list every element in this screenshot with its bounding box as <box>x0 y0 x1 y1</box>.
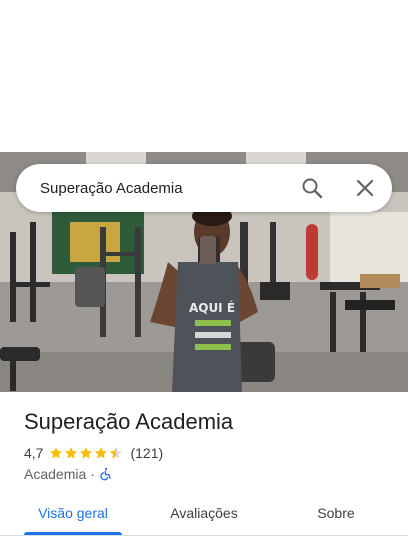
tab-overview[interactable]: Visão geral <box>24 496 122 532</box>
shirt-text: AQUI É <box>189 300 235 315</box>
close-icon[interactable] <box>353 176 377 200</box>
star-icon <box>50 447 63 459</box>
star-icon <box>95 447 108 459</box>
place-title: Superação Academia <box>24 409 234 434</box>
separator-dot: · <box>90 466 95 482</box>
place-tabs: Visão geral Avaliações Sobre <box>0 496 408 544</box>
search-input[interactable] <box>40 164 290 212</box>
tabs-divider <box>0 535 408 536</box>
category-label: Academia <box>24 466 87 482</box>
place-details-page: AQUI É Superação Academia 4,7 <box>0 0 408 544</box>
search-bar[interactable] <box>16 164 392 212</box>
rating-row[interactable]: 4,7 (121) <box>24 443 163 463</box>
star-icon <box>80 447 93 459</box>
rating-value: 4,7 <box>24 445 44 461</box>
star-half-icon <box>110 447 123 459</box>
category-row: Academia · <box>24 464 113 484</box>
star-icon <box>65 447 78 459</box>
tab-about[interactable]: Sobre <box>296 496 376 532</box>
review-count[interactable]: (121) <box>130 445 163 461</box>
search-icon[interactable] <box>300 176 324 200</box>
star-rating <box>49 446 124 460</box>
wheelchair-icon <box>100 467 111 481</box>
tab-reviews[interactable]: Avaliações <box>154 496 254 532</box>
